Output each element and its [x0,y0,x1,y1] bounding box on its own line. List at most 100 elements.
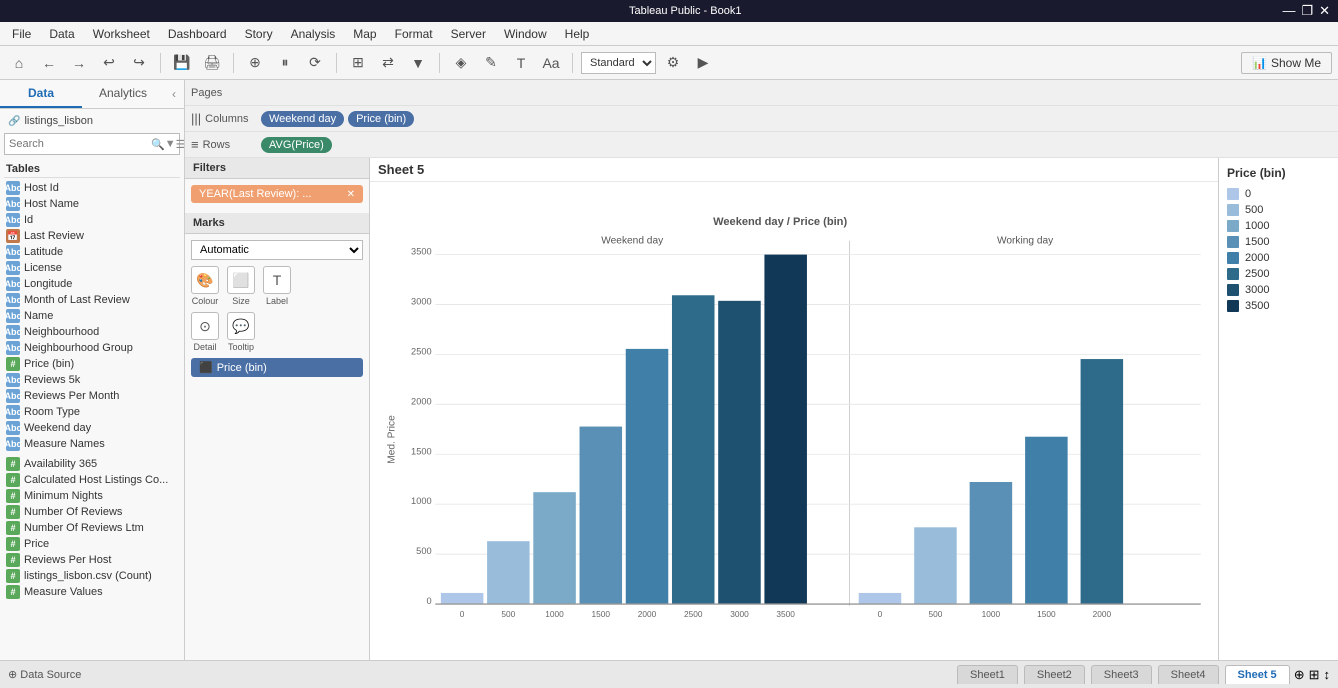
window-controls[interactable]: — ❐ ✕ [1282,3,1330,19]
menu-worksheet[interactable]: Worksheet [85,25,158,43]
menu-map[interactable]: Map [345,25,384,43]
field-price[interactable]: # Price [4,536,180,552]
close-btn[interactable]: ✕ [1319,3,1330,19]
menu-story[interactable]: Story [237,25,281,43]
toolbar-home-btn[interactable]: ⌂ [6,50,32,76]
menu-data[interactable]: Data [41,25,82,43]
field-number-of-reviews[interactable]: # Number Of Reviews [4,504,180,520]
price-bin-chip[interactable]: ⬛ Price (bin) [191,358,363,377]
sheet-tab-3[interactable]: Sheet3 [1091,665,1152,684]
toolbar-swap-btn[interactable]: ⇄ [375,50,401,76]
menu-analysis[interactable]: Analysis [283,25,344,43]
toolbar-redo-btn[interactable]: ↪ [126,50,152,76]
field-license[interactable]: Abc License [4,260,180,276]
toolbar-pause-btn[interactable]: ⏸ [272,50,298,76]
field-availability365[interactable]: # Availability 365 [4,456,180,472]
toolbar-chart-config-btn[interactable]: ⚙ [660,50,686,76]
pill-price-bin[interactable]: Price (bin) [348,111,414,127]
toolbar-sep2 [233,53,234,73]
field-longitude[interactable]: Abc Longitude [4,276,180,292]
field-neighbourhood-group[interactable]: Abc Neighbourhood Group [4,340,180,356]
sheet-tab-4[interactable]: Sheet4 [1158,665,1219,684]
toolbar-highlight-btn[interactable]: ◈ [448,50,474,76]
show-me-button[interactable]: 📊 Show Me [1241,52,1332,74]
field-latitude[interactable]: Abc Latitude [4,244,180,260]
duplicate-sheet-icon[interactable]: ⊞ [1309,667,1320,683]
field-listings-count[interactable]: # listings_lisbon.csv (Count) [4,568,180,584]
middle-content: Pages ||| Columns Weekend day Price (bin… [185,80,1338,660]
search-input[interactable] [9,135,151,153]
field-calc-host-listings[interactable]: # Calculated Host Listings Co... [4,472,180,488]
field-neighbourhood[interactable]: Abc Neighbourhood [4,324,180,340]
marks-detail-btn[interactable]: ⊙ Detail [191,312,219,352]
marks-label-btn[interactable]: T Label [263,266,291,306]
marks-type-select[interactable]: Automatic Bar Line Circle [191,240,363,260]
add-sheet-icon[interactable]: ⊕ [1294,667,1305,683]
field-reviews-per-host[interactable]: # Reviews Per Host [4,552,180,568]
field-id[interactable]: Abc Id [4,212,180,228]
marks-tooltip-btn[interactable]: 💬 Tooltip [227,312,255,352]
field-name[interactable]: Abc Name [4,308,180,324]
maximize-btn[interactable]: ❐ [1301,3,1313,19]
field-number-of-reviews-ltm[interactable]: # Number Of Reviews Ltm [4,520,180,536]
toolbar-present-btn[interactable]: ▶ [690,50,716,76]
svg-text:Working day: Working day [997,236,1054,247]
toolbar-print-btn[interactable]: 🖨 [199,50,225,76]
toolbar-back-btn[interactable]: ← [36,50,62,76]
menu-file[interactable]: File [4,25,39,43]
sheet-nav-icon[interactable]: ↕ [1324,667,1331,682]
field-measure-names[interactable]: Abc Measure Names [4,436,180,452]
filter-icon[interactable]: ▼ [165,138,176,150]
field-host-id[interactable]: Abc Host Id [4,180,180,196]
bar-g2-1500 [1025,437,1068,604]
datasource-status[interactable]: ⊕ Data Source [8,668,81,681]
toolbar-save-btn[interactable]: 💾 [169,50,195,76]
tab-analytics[interactable]: Analytics [82,80,164,108]
sheet-tab-1[interactable]: Sheet1 [957,665,1018,684]
marks-size-btn[interactable]: ⬜ Size [227,266,255,306]
field-min-nights[interactable]: # Minimum Nights [4,488,180,504]
filter-year-last-review[interactable]: YEAR(Last Review): ... ✕ [191,185,363,203]
minimize-btn[interactable]: — [1282,3,1295,19]
field-icon-num: # [6,473,20,487]
menu-window[interactable]: Window [496,25,555,43]
toolbar-forward-btn[interactable]: → [66,50,92,76]
legend-label-1000: 1000 [1245,220,1269,232]
menu-server[interactable]: Server [443,25,494,43]
pill-weekend-day[interactable]: Weekend day [261,111,344,127]
toolbar-sep1 [160,53,161,73]
toolbar-tooltip-btn[interactable]: T [508,50,534,76]
toolbar-new-datasource-btn[interactable]: ⊕ [242,50,268,76]
menu-format[interactable]: Format [387,25,441,43]
toolbar-refresh-btn[interactable]: ⟳ [302,50,328,76]
marks-colour-btn[interactable]: 🎨 Colour [191,266,219,306]
sheet-tab-5[interactable]: Sheet 5 [1225,665,1290,684]
toolbar-text-btn[interactable]: Aa [538,50,564,76]
field-price-bin[interactable]: # Price (bin) [4,356,180,372]
field-weekend-day[interactable]: Abc Weekend day [4,420,180,436]
field-reviews-5k[interactable]: Abc Reviews 5k [4,372,180,388]
legend-color-1000 [1227,220,1239,232]
field-room-type[interactable]: Abc Room Type [4,404,180,420]
field-month-last-review[interactable]: Abc Month of Last Review [4,292,180,308]
legend-label-500: 500 [1245,204,1263,216]
toolbar-sort-btn[interactable]: ▼ [405,50,431,76]
toolbar-fit-btn[interactable]: ⊞ [345,50,371,76]
tab-data[interactable]: Data [0,80,82,108]
datasource-row[interactable]: 🔗 listings_lisbon [4,113,180,129]
chart-type-select[interactable]: Standard [581,52,656,74]
toolbar-undo-btn[interactable]: ↩ [96,50,122,76]
pill-avg-price[interactable]: AVG(Price) [261,137,332,153]
sidebar-collapse-btn[interactable]: ‹ [164,80,184,108]
field-reviews-per-month[interactable]: Abc Reviews Per Month [4,388,180,404]
field-last-review[interactable]: 📅 Last Review [4,228,180,244]
toolbar-annotate-btn[interactable]: ✎ [478,50,504,76]
menu-help[interactable]: Help [557,25,598,43]
datasource-name: listings_lisbon [24,115,92,127]
list-view-icon[interactable]: ☰ [176,138,184,151]
filter-chip-remove-icon[interactable]: ✕ [347,189,355,200]
menu-dashboard[interactable]: Dashboard [160,25,235,43]
sheet-tab-2[interactable]: Sheet2 [1024,665,1085,684]
field-host-name[interactable]: Abc Host Name [4,196,180,212]
field-measure-values[interactable]: # Measure Values [4,584,180,600]
